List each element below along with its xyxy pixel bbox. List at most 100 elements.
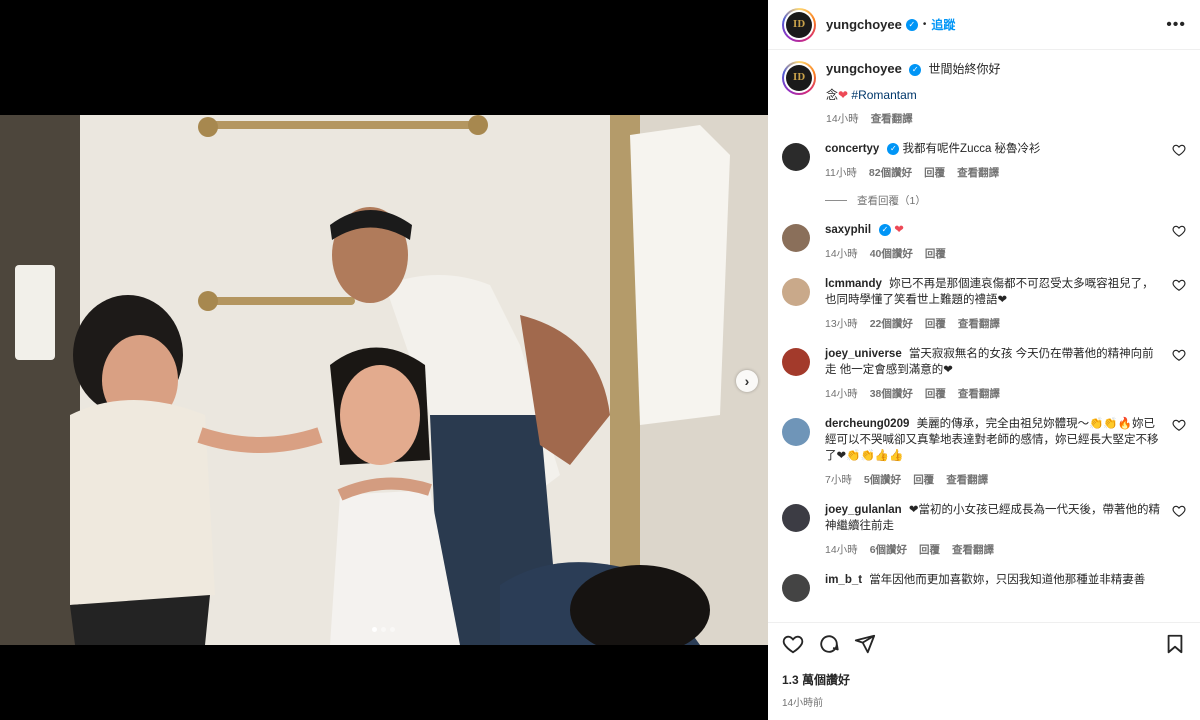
- comment-text: 當年因他而更加喜歡妳，只因我知道他那種並非精妻善: [869, 574, 1146, 586]
- comment-item: im_b_t 當年因他而更加喜歡妳，只因我知道他那種並非精妻善: [782, 572, 1186, 602]
- comments-list[interactable]: ID yungchoyee ✓ 世間始終你好 念❤ #Romantam 14小時…: [768, 51, 1200, 622]
- see-translation-button[interactable]: 查看翻譯: [871, 111, 913, 127]
- commenter-username[interactable]: concertyy: [825, 143, 879, 155]
- comment-body: joey_gulanlan ❤當初的小女孩已經成長為一代天後，帶著他的精神繼續往…: [825, 502, 1186, 558]
- comment-body: joey_universe 當天寂寂無名的女孩 今天仍在帶著他的精神向前走 他一…: [825, 346, 1186, 402]
- reply-button[interactable]: 回覆: [925, 316, 946, 332]
- commenter-username[interactable]: lcmmandy: [825, 278, 882, 290]
- like-comment-icon[interactable]: [1172, 418, 1186, 432]
- comment-meta: 11小時 82個讚好 回覆 查看翻譯: [825, 165, 1162, 181]
- commenter-username[interactable]: im_b_t: [825, 574, 862, 586]
- comment-time: 14小時: [825, 388, 858, 400]
- next-slide-button[interactable]: ›: [736, 370, 758, 392]
- comment-meta: 14小時 6個讚好 回覆 查看翻譯: [825, 542, 1162, 558]
- more-options-icon[interactable]: •••: [1166, 16, 1186, 34]
- comment-likes-count[interactable]: 5個讚好: [864, 472, 901, 488]
- comment-text: ❤: [894, 224, 904, 236]
- like-comment-icon[interactable]: [1172, 224, 1186, 238]
- like-icon[interactable]: [782, 633, 804, 655]
- see-translation-button[interactable]: 查看翻譯: [946, 472, 988, 488]
- comment-time: 11小時: [825, 167, 857, 179]
- post-photo[interactable]: [0, 115, 768, 645]
- media-viewer: ›: [0, 0, 768, 720]
- comment-likes-count[interactable]: 82個讚好: [869, 165, 912, 181]
- post-caption: ID yungchoyee ✓ 世間始終你好 念❤ #Romantam 14小時…: [782, 51, 1186, 127]
- commenter-username[interactable]: dercheung0209: [825, 418, 909, 430]
- commenter-username[interactable]: joey_universe: [825, 348, 902, 360]
- commenter-avatar[interactable]: [782, 143, 810, 171]
- carousel-dot: [381, 627, 386, 632]
- reply-button[interactable]: 回覆: [925, 386, 946, 402]
- post-header: ID yungchoyee ✓ • 追蹤 •••: [768, 0, 1200, 50]
- caption-avatar-logo: ID: [786, 65, 812, 91]
- verified-badge-icon: ✓: [887, 142, 900, 155]
- commenter-username[interactable]: saxyphil: [825, 224, 871, 236]
- comment-time: 14小時: [825, 544, 858, 556]
- comment-item: lcmmandy 妳已不再是那個連哀傷都不可忍受太多嘅容祖兒了，也同時學懂了笑看…: [782, 276, 1186, 332]
- commenter-avatar[interactable]: [782, 224, 810, 252]
- comment-likes-count[interactable]: 38個讚好: [870, 386, 913, 402]
- comment-item: joey_gulanlan ❤當初的小女孩已經成長為一代天後，帶著他的精神繼續往…: [782, 502, 1186, 558]
- see-translation-button[interactable]: 查看翻譯: [958, 386, 1000, 402]
- commenter-avatar[interactable]: [782, 278, 810, 306]
- post-viewer: › ID yungchoyee ✓ • 追蹤 ••• ID yungchoyee…: [0, 0, 1200, 720]
- see-translation-button[interactable]: 查看翻譯: [958, 316, 1000, 332]
- separator-dot: •: [922, 19, 927, 30]
- post-time: 14小時前: [782, 698, 824, 709]
- commenter-avatar[interactable]: [782, 348, 810, 376]
- save-icon[interactable]: [1164, 633, 1186, 655]
- like-comment-icon[interactable]: [1172, 348, 1186, 362]
- author-username[interactable]: yungchoyee: [826, 17, 902, 32]
- caption-meta: 14小時 查看翻譯: [826, 111, 1186, 127]
- author-avatar-logo: ID: [786, 11, 812, 38]
- like-comment-icon[interactable]: [1172, 504, 1186, 518]
- comment-item: dercheung0209 美麗的傳承，完全由祖兒妳體現～👏👏🔥妳已經可以不哭喊…: [782, 416, 1186, 488]
- comment-body: saxyphil ✓ ❤ 14小時 40個讚好 回覆: [825, 222, 1186, 262]
- post-side-panel: ID yungchoyee ✓ • 追蹤 ••• ID yungchoyee ✓…: [768, 0, 1200, 720]
- comment-meta: 14小時 38個讚好 回覆 查看翻譯: [825, 386, 1162, 402]
- comment-item: concertyy ✓ 我都有呢件Zucca 秘魯冷衫 11小時 82個讚好 回覆…: [782, 141, 1186, 181]
- comment-icon[interactable]: [818, 633, 840, 655]
- comment-likes-count[interactable]: 40個讚好: [870, 246, 913, 262]
- comment-item: saxyphil ✓ ❤ 14小時 40個讚好 回覆: [782, 222, 1186, 262]
- see-translation-button[interactable]: 查看翻譯: [952, 542, 994, 558]
- comment-time: 13小時: [825, 318, 858, 330]
- comment-likes-count[interactable]: 22個讚好: [870, 316, 913, 332]
- reply-button[interactable]: 回覆: [924, 165, 945, 181]
- comment-time: 7小時: [825, 474, 852, 486]
- commenter-username[interactable]: joey_gulanlan: [825, 504, 902, 516]
- commenter-avatar[interactable]: [782, 504, 810, 532]
- caption-text-line2: 念: [826, 88, 839, 102]
- comment-body: im_b_t 當年因他而更加喜歡妳，只因我知道他那種並非精妻善: [825, 572, 1186, 588]
- heart-emoji-icon: ❤: [838, 88, 849, 102]
- reply-button[interactable]: 回覆: [913, 472, 934, 488]
- comment-meta: 7小時 5個讚好 回覆 查看翻譯: [825, 472, 1162, 488]
- comment-likes-count[interactable]: 6個讚好: [870, 542, 907, 558]
- verified-badge-icon: ✓: [909, 63, 922, 76]
- comment-item: joey_universe 當天寂寂無名的女孩 今天仍在帶著他的精神向前走 他一…: [782, 346, 1186, 402]
- share-icon[interactable]: [854, 633, 876, 655]
- caption-text: 世間始終你好: [928, 62, 1001, 76]
- caption-body: yungchoyee ✓ 世間始終你好 念❤ #Romantam 14小時 查看…: [826, 61, 1186, 127]
- like-comment-icon[interactable]: [1172, 143, 1186, 157]
- caption-username[interactable]: yungchoyee: [826, 61, 902, 76]
- comment-body: concertyy ✓ 我都有呢件Zucca 秘魯冷衫 11小時 82個讚好 回覆…: [825, 141, 1186, 181]
- author-avatar[interactable]: ID: [782, 7, 816, 42]
- caption-hashtag[interactable]: #Romantam: [851, 88, 916, 102]
- reply-button[interactable]: 回覆: [919, 542, 940, 558]
- commenter-avatar[interactable]: [782, 418, 810, 446]
- replies-divider-line: [825, 200, 847, 201]
- carousel-dots: [372, 627, 395, 632]
- verified-badge-icon: ✓: [879, 223, 892, 236]
- follow-button[interactable]: 追蹤: [931, 16, 955, 33]
- post-likes-count[interactable]: 1.3 萬個讚好: [782, 671, 1186, 688]
- action-icons: [782, 633, 1186, 655]
- photo-illustration: [0, 115, 768, 645]
- see-translation-button[interactable]: 查看翻譯: [957, 165, 999, 181]
- reply-button[interactable]: 回覆: [925, 246, 946, 262]
- commenter-avatar[interactable]: [782, 574, 810, 602]
- like-comment-icon[interactable]: [1172, 278, 1186, 292]
- caption-avatar[interactable]: ID: [782, 61, 816, 95]
- view-replies-button[interactable]: 查看回覆（1）: [825, 193, 1186, 208]
- comment-body: dercheung0209 美麗的傳承，完全由祖兒妳體現～👏👏🔥妳已經可以不哭喊…: [825, 416, 1186, 488]
